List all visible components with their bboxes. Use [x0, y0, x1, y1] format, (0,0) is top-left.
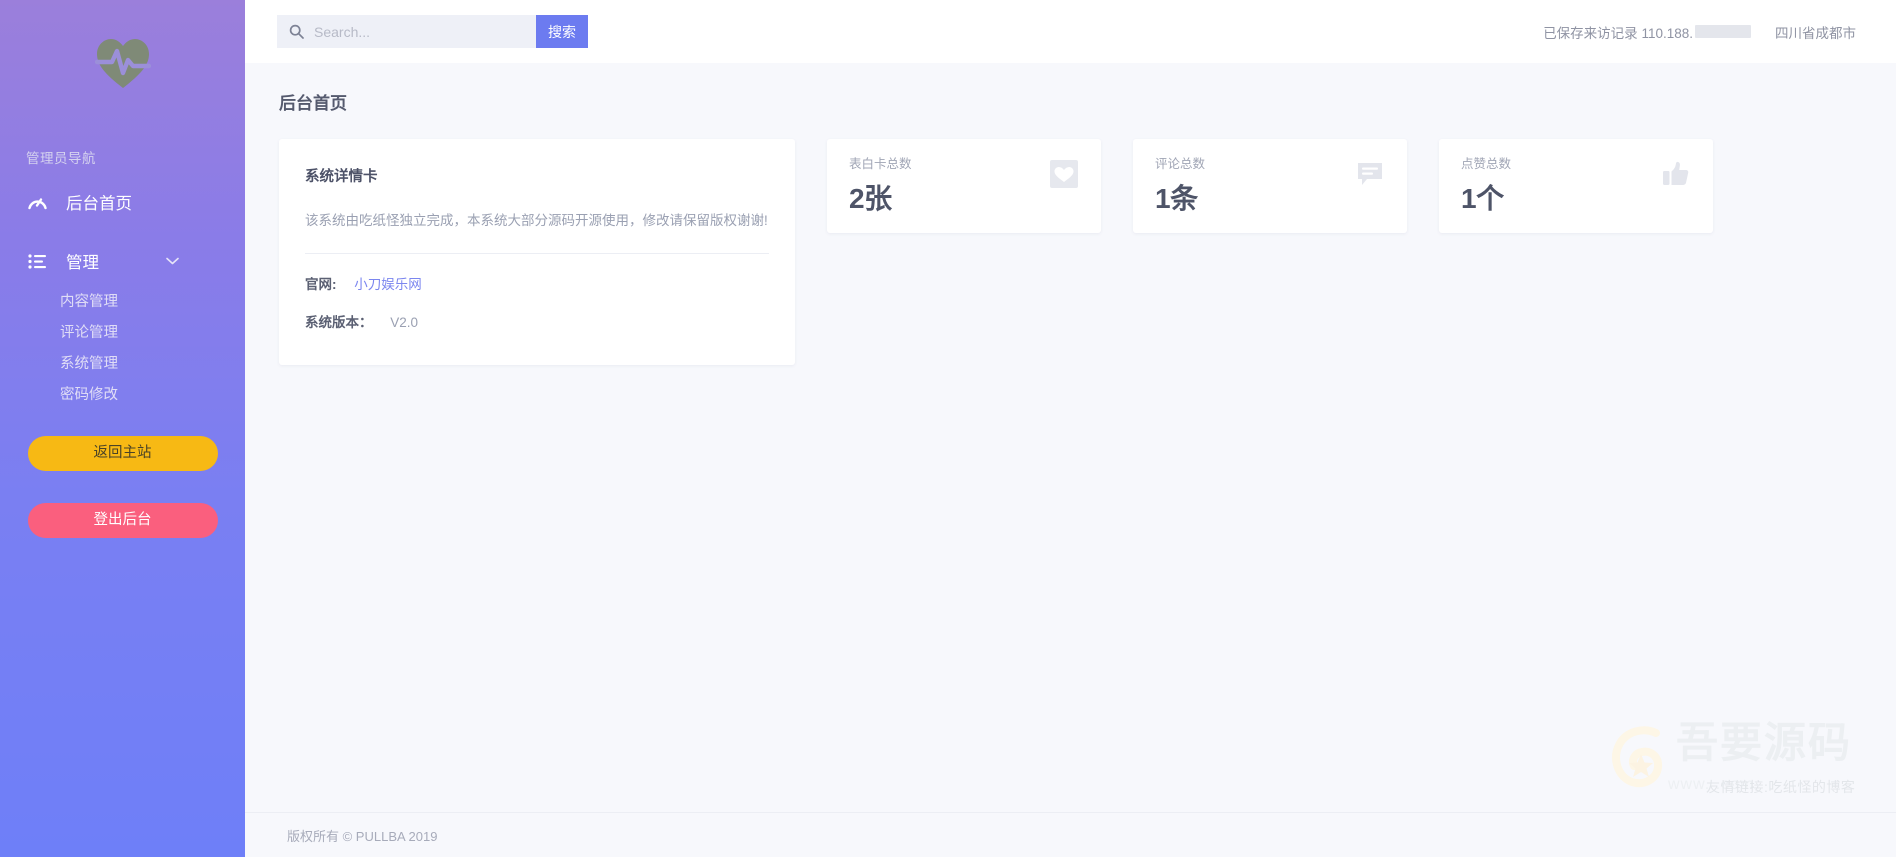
search-button[interactable]: 搜索	[536, 15, 588, 48]
stat-card-comments[interactable]: 评论总数 1条	[1133, 139, 1407, 233]
stat-card-likes[interactable]: 点赞总数 1个	[1439, 139, 1713, 233]
system-detail-card: 系统详情卡 该系统由吃纸怪独立完成，本系统大部分源码开源使用，修改请保留版权谢谢…	[279, 139, 795, 365]
sidebar-subitem-comments[interactable]: 评论管理	[0, 318, 245, 349]
cards-row: 系统详情卡 该系统由吃纸怪独立完成，本系统大部分源码开源使用，修改请保留版权谢谢…	[279, 139, 1856, 365]
stat-label: 点赞总数	[1461, 157, 1512, 171]
watermark-subtitle: 友情链接:吃纸怪的博客	[1706, 779, 1856, 795]
return-to-main-site-button[interactable]: 返回主站	[27, 436, 218, 471]
visit-record-text: 已保存来访记录 110.188.	[1543, 25, 1693, 41]
footer: 版权所有 © PULLBA 2019	[245, 812, 1896, 857]
stat-card-confession-cards[interactable]: 表白卡总数 2张	[827, 139, 1101, 233]
search-box[interactable]	[277, 15, 536, 48]
comment-icon	[1355, 159, 1385, 194]
heart-square-icon	[1049, 159, 1079, 194]
logout-button[interactable]: 登出后台	[27, 503, 218, 538]
watermark-url: www. .com	[1668, 776, 1755, 793]
main-area: 搜索 已保存来访记录 110.188. 四川省成都市 后台首页 系统详情卡 该系…	[245, 0, 1896, 857]
system-version-row: 系统版本： V2.0	[305, 311, 769, 331]
app-root: 管理员导航 后台首页 管理 内容管理 评论管理 系统管理 密码修改 返回主站 登…	[0, 0, 1896, 857]
sidebar-subitem-content[interactable]: 内容管理	[0, 287, 245, 318]
sidebar-logo[interactable]	[0, 0, 245, 125]
system-detail-description: 该系统由吃纸怪独立完成，本系统大部分源码开源使用，修改请保留版权谢谢!	[305, 213, 768, 228]
sidebar: 管理员导航 后台首页 管理 内容管理 评论管理 系统管理 密码修改 返回主站 登…	[0, 0, 245, 857]
sidebar-nav-title: 管理员导航	[26, 151, 96, 166]
sidebar-submenu: 内容管理 评论管理 系统管理 密码修改	[0, 287, 245, 411]
sidebar-subitem-password[interactable]: 密码修改	[0, 380, 245, 411]
visitor-region: 四川省成都市	[1775, 25, 1856, 41]
stat-value: 1条	[1155, 183, 1198, 214]
search-icon	[289, 24, 304, 39]
search-input[interactable]	[314, 16, 504, 47]
list-icon	[28, 253, 52, 269]
system-version-value: V2.0	[390, 314, 419, 330]
system-detail-card-title: 系统详情卡	[305, 169, 378, 185]
site-watermark: 吾要源码 www. .com 友情链接:吃纸怪的博客	[1588, 716, 1888, 808]
sidebar-item-dashboard[interactable]: 后台首页	[0, 178, 245, 226]
thumbs-up-icon	[1661, 159, 1691, 194]
chevron-down-icon	[166, 255, 179, 267]
page-title: 后台首页	[279, 94, 347, 113]
sidebar-item-label: 管理	[66, 254, 99, 272]
stat-value: 1个	[1461, 183, 1504, 214]
watermark-title: 吾要源码	[1676, 719, 1853, 766]
system-version-label: 系统版本：	[305, 314, 373, 330]
ip-masked-block	[1695, 25, 1751, 38]
topbar: 搜索 已保存来访记录 110.188. 四川省成都市	[245, 0, 1896, 63]
sidebar-item-label: 后台首页	[66, 195, 132, 213]
sidebar-item-management[interactable]: 管理	[0, 237, 245, 285]
footer-copyright: 版权所有 © PULLBA 2019	[287, 828, 438, 844]
watermark-logo-icon	[1612, 726, 1663, 788]
visit-record-info: 已保存来访记录 110.188. 四川省成都市	[1543, 22, 1856, 42]
card-divider	[305, 252, 769, 254]
search-group: 搜索	[277, 15, 588, 48]
sidebar-subitem-system[interactable]: 系统管理	[0, 349, 245, 380]
official-site-row: 官网: 小刀娱乐网	[305, 273, 769, 293]
speedometer-icon	[28, 194, 52, 211]
official-site-label: 官网:	[305, 276, 337, 292]
heart-pulse-logo-icon	[94, 38, 151, 88]
content-area: 后台首页 系统详情卡 该系统由吃纸怪独立完成，本系统大部分源码开源使用，修改请保…	[245, 63, 1896, 812]
stat-label: 表白卡总数	[849, 157, 912, 171]
official-site-link[interactable]: 小刀娱乐网	[354, 277, 422, 292]
stat-value: 2张	[849, 183, 892, 214]
stat-label: 评论总数	[1155, 157, 1206, 171]
